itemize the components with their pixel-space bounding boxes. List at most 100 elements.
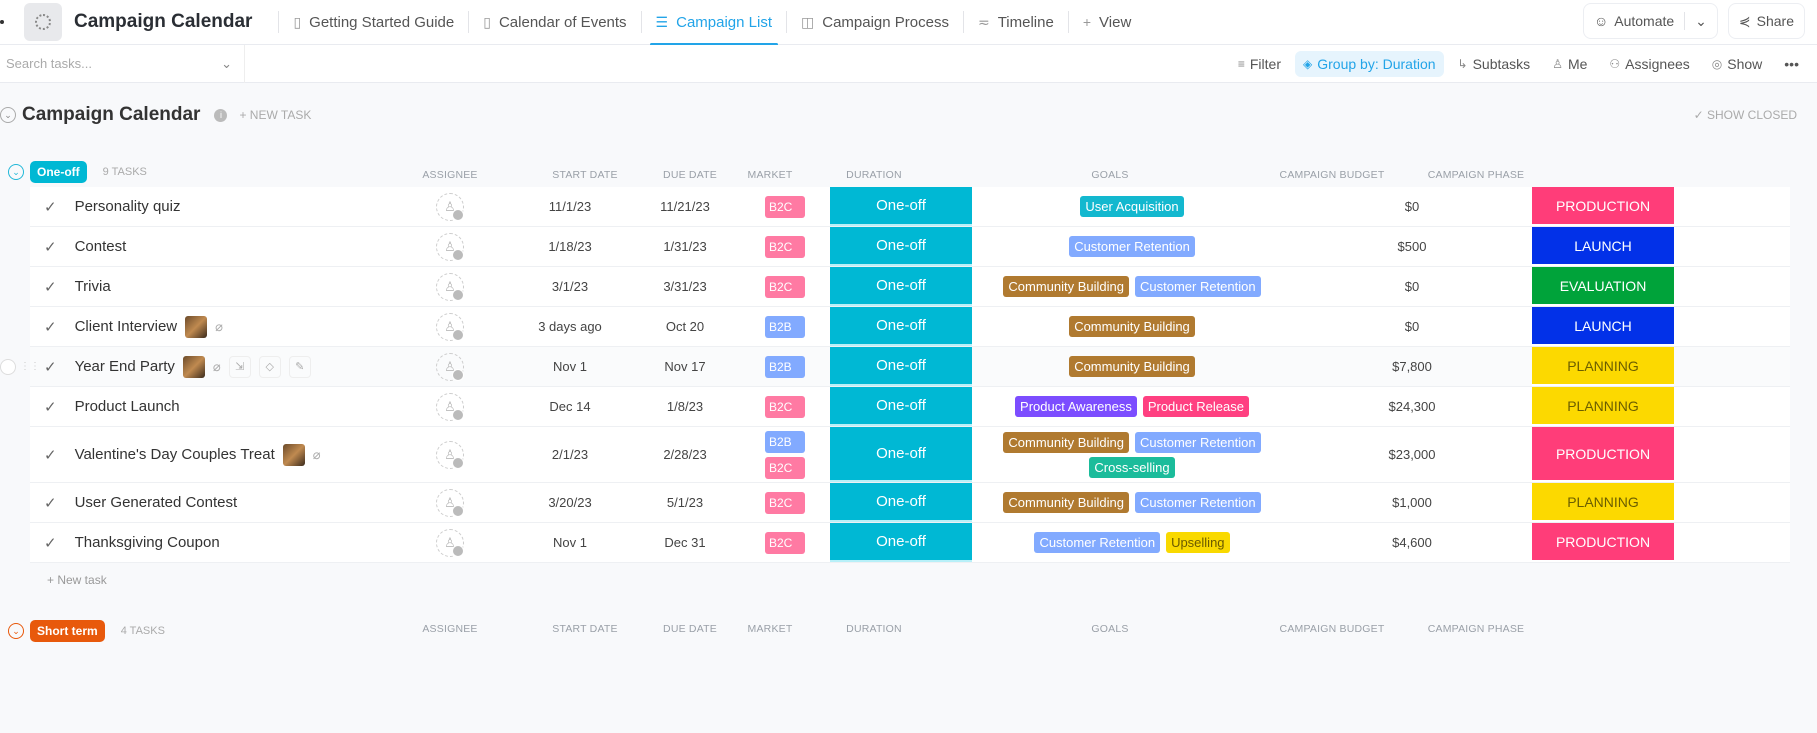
task-name-cell[interactable]: ✓ Personality quiz [30, 198, 420, 216]
task-name-cell[interactable]: ✓ Trivia [30, 278, 420, 296]
space-icon-button[interactable] [24, 3, 62, 41]
assignee-cell[interactable]: ♙ [420, 192, 480, 221]
due-date[interactable]: 5/1/23 [630, 495, 740, 510]
goal-tag[interactable]: User Acquisition [1080, 196, 1184, 217]
task-name[interactable]: Personality quiz [75, 198, 181, 215]
due-date[interactable]: 2/28/23 [630, 447, 740, 462]
subtasks-button[interactable]: ↳ Subtasks [1450, 51, 1539, 77]
add-assignee-icon[interactable]: ♙ [436, 352, 464, 381]
me-button[interactable]: ♙ Me [1544, 51, 1595, 77]
tab-getting-started-guide[interactable]: ▯ Getting Started Guide [287, 0, 460, 45]
column-header-assignee[interactable]: ASSIGNEE [420, 169, 480, 181]
task-name[interactable]: Year End Party [75, 358, 175, 375]
start-date[interactable]: Dec 14 [510, 399, 630, 414]
budget-cell[interactable]: $23,000 [1342, 447, 1482, 462]
goal-tag[interactable]: Cross-selling [1089, 456, 1175, 478]
duration-cell[interactable]: One-off [830, 187, 972, 226]
market-cell[interactable]: B2B [740, 315, 830, 338]
task-name[interactable]: Client Interview [75, 318, 178, 335]
assignee-cell[interactable]: ♙ [420, 488, 480, 517]
select-checkbox[interactable] [0, 358, 16, 375]
attachment-thumbnail[interactable] [182, 355, 205, 378]
phase-cell[interactable]: LAUNCH [1532, 307, 1674, 346]
check-icon[interactable]: ✓ [44, 278, 57, 296]
search-input[interactable]: Search tasks... ⌄ [0, 44, 245, 83]
goals-cell[interactable]: Community Building Customer Retention [972, 276, 1292, 297]
goal-tag[interactable]: Community Building [1003, 492, 1129, 513]
goals-cell[interactable]: Customer Retention Upselling [972, 532, 1292, 553]
budget-cell[interactable]: $1,000 [1342, 495, 1482, 510]
assignee-cell[interactable]: ♙ [420, 352, 480, 381]
duration-cell[interactable]: One-off [830, 427, 972, 482]
market-cell[interactable]: B2C [740, 275, 830, 298]
tab-calendar-of-events[interactable]: ▯ Calendar of Events [477, 0, 632, 45]
column-header-phase[interactable]: CAMPAIGN PHASE [1405, 169, 1547, 181]
market-tag[interactable]: B2B [765, 355, 805, 378]
check-icon[interactable]: ✓ [44, 198, 57, 216]
goal-tag[interactable]: Customer Retention [1069, 236, 1195, 257]
add-assignee-icon[interactable]: ♙ [436, 392, 464, 421]
duration-cell[interactable]: One-off [830, 347, 972, 386]
market-tag[interactable]: B2C [765, 275, 805, 298]
new-task-button[interactable]: + NEW TASK [239, 108, 311, 122]
task-row[interactable]: ⋮⋮ ✓ Year End Party ⌀ ⇲ ◇ ✎ ♙ Nov 1 Nov 17 B… [0, 347, 1790, 387]
tab-view[interactable]: + View [1077, 0, 1137, 45]
market-tag[interactable]: B2C [765, 235, 805, 258]
goals-cell[interactable]: Community Building [972, 356, 1292, 377]
goal-tag[interactable]: Community Building [1003, 431, 1129, 453]
task-name-cell[interactable]: ✓ Client Interview ⌀ [30, 315, 420, 338]
paperclip-icon[interactable]: ⌀ [213, 359, 221, 375]
paperclip-icon[interactable]: ⌀ [215, 319, 223, 335]
check-icon[interactable]: ✓ [44, 358, 57, 376]
info-icon[interactable]: i [214, 108, 228, 122]
column-header-market[interactable]: MARKET [725, 623, 815, 635]
due-date[interactable]: Nov 17 [630, 359, 740, 374]
goals-cell[interactable]: Community Building Customer Retention Cros… [972, 431, 1292, 478]
filter-button[interactable]: ≡ Filter [1230, 51, 1289, 77]
market-cell[interactable]: B2C [740, 195, 830, 218]
tab-timeline[interactable]: ≂ Timeline [972, 0, 1060, 45]
task-name[interactable]: Contest [75, 238, 127, 255]
chevron-down-icon[interactable]: ⌄ [221, 56, 232, 72]
add-assignee-icon[interactable]: ♙ [436, 488, 464, 517]
assignee-cell[interactable]: ♙ [420, 392, 480, 421]
edit-icon[interactable]: ✎ [288, 355, 311, 378]
goal-tag[interactable]: Customer Retention [1034, 532, 1161, 553]
goal-tag[interactable]: Customer Retention [1134, 276, 1261, 297]
due-date[interactable]: 1/31/23 [630, 239, 740, 254]
column-header-start-date[interactable]: START DATE [525, 169, 645, 181]
column-header-assignee[interactable]: ASSIGNEE [420, 623, 480, 635]
goals-cell[interactable]: User Acquisition [972, 196, 1292, 217]
market-cell[interactable]: B2C [740, 491, 830, 514]
budget-cell[interactable]: $0 [1342, 319, 1482, 334]
attachment-thumbnail[interactable] [185, 315, 208, 338]
goal-tag[interactable]: Community Building [1069, 316, 1195, 337]
assignee-cell[interactable]: ♙ [420, 272, 480, 301]
task-row[interactable]: ✓ Client Interview ⌀ ♙ 3 days ago Oct 20 … [30, 307, 1790, 347]
start-date[interactable]: Nov 1 [510, 359, 630, 374]
market-tag[interactable]: B2C [765, 395, 805, 418]
drag-handle-icon[interactable]: ⋮⋮ [20, 361, 40, 372]
column-header-duration[interactable]: DURATION [803, 169, 945, 181]
phase-cell[interactable]: PLANNING [1532, 483, 1674, 522]
market-tag[interactable]: B2B [765, 315, 805, 338]
task-name[interactable]: User Generated Contest [75, 494, 238, 511]
check-icon[interactable]: ✓ [44, 318, 57, 336]
more-button[interactable]: ••• [1776, 51, 1807, 77]
start-date[interactable]: 3/20/23 [510, 495, 630, 510]
budget-cell[interactable]: $4,600 [1342, 535, 1482, 550]
task-name[interactable]: Thanksgiving Coupon [75, 534, 220, 551]
check-icon[interactable]: ✓ [44, 446, 57, 464]
market-tag[interactable]: B2C [765, 456, 805, 479]
check-icon[interactable]: ✓ [44, 238, 57, 256]
assignee-cell[interactable]: ♙ [420, 440, 480, 469]
task-name-cell[interactable]: ✓ Product Launch [30, 398, 420, 416]
task-name[interactable]: Valentine's Day Couples Treat [75, 446, 275, 463]
check-icon[interactable]: ✓ [44, 494, 57, 512]
duration-cell[interactable]: One-off [830, 227, 972, 266]
task-row[interactable]: ✓ Personality quiz ♙ 11/1/23 11/21/23 B2… [30, 187, 1790, 227]
market-cell[interactable]: B2C [740, 235, 830, 258]
collapse-list-icon[interactable]: ⌄ [0, 107, 16, 123]
group-by-button[interactable]: ◈ Group by: Duration [1295, 51, 1444, 77]
goal-tag[interactable]: Customer Retention [1134, 431, 1261, 453]
